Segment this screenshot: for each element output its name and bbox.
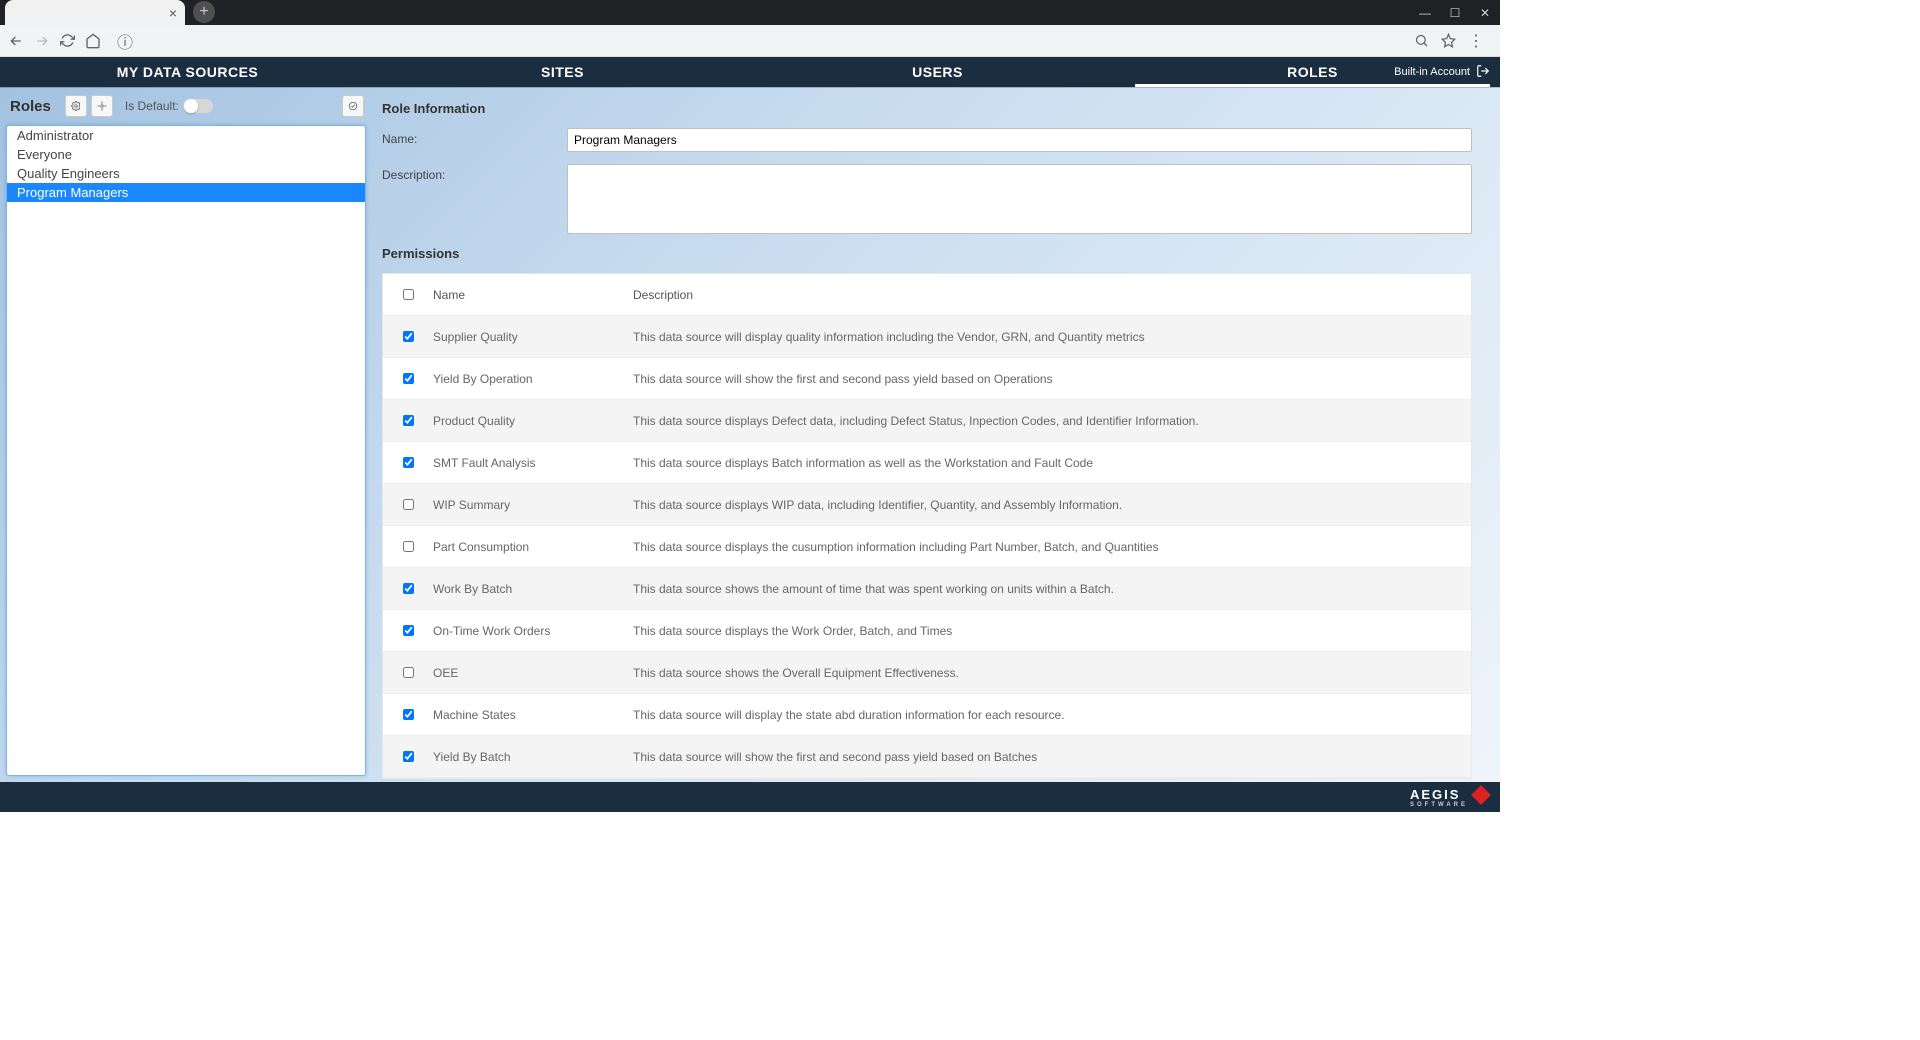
name-label: Name:: [382, 128, 567, 146]
permission-checkbox[interactable]: [403, 709, 414, 720]
permission-checkbox[interactable]: [403, 415, 414, 426]
header-name: Name: [433, 288, 633, 302]
permission-description: This data source displays the cusumption…: [633, 540, 1471, 554]
permission-row: SMT Fault AnalysisThis data source displ…: [383, 442, 1471, 484]
permission-description: This data source shows the amount of tim…: [633, 582, 1471, 596]
permission-description: This data source displays WIP data, incl…: [633, 498, 1471, 512]
permission-name: Work By Batch: [433, 582, 633, 596]
permission-name: Supplier Quality: [433, 330, 633, 344]
nav-item-my-data-sources[interactable]: MY DATA SOURCES: [0, 57, 375, 87]
description-label: Description:: [382, 164, 567, 182]
permission-row: OEEThis data source shows the Overall Eq…: [383, 652, 1471, 694]
permission-row: Yield By OperationThis data source will …: [383, 358, 1471, 400]
is-default-label: Is Default:: [125, 99, 179, 113]
permission-description: This data source shows the Overall Equip…: [633, 666, 1471, 680]
nav-item-sites[interactable]: SITES: [375, 57, 750, 87]
sidebar-action-3[interactable]: [342, 95, 364, 117]
window-maximize-button[interactable]: ☐: [1440, 0, 1470, 25]
address-bar-input[interactable]: [143, 29, 1404, 53]
header-description: Description: [633, 288, 1471, 302]
sidebar-action-1[interactable]: [65, 95, 87, 117]
is-default-toggle[interactable]: [183, 99, 213, 113]
permission-row: WIP SummaryThis data source displays WIP…: [383, 484, 1471, 526]
role-item[interactable]: Program Managers: [7, 183, 365, 202]
permission-row: On-Time Work OrdersThis data source disp…: [383, 610, 1471, 652]
account-label: Built-in Account: [1394, 66, 1470, 78]
permission-name: On-Time Work Orders: [433, 624, 633, 638]
permission-checkbox[interactable]: [403, 667, 414, 678]
forward-icon[interactable]: [34, 33, 50, 49]
sidebar-title: Roles: [10, 98, 51, 115]
permission-description: This data source will display the state …: [633, 708, 1471, 722]
permission-name: Part Consumption: [433, 540, 633, 554]
app-nav: MY DATA SOURCESSITESUSERSROLES: [0, 57, 1500, 87]
permission-checkbox[interactable]: [403, 625, 414, 636]
reload-icon[interactable]: [60, 33, 75, 48]
content-panel: Role Information Name: Description: Perm…: [372, 87, 1500, 782]
permission-description: This data source will show the first and…: [633, 750, 1471, 764]
role-list[interactable]: AdministratorEveryoneQuality EngineersPr…: [6, 125, 366, 776]
permission-row: Product QualityThis data source displays…: [383, 400, 1471, 442]
role-item[interactable]: Quality Engineers: [7, 164, 365, 183]
permission-description: This data source displays the Work Order…: [633, 624, 1471, 638]
main-area: Roles Is Default: AdministratorEveryoneQ…: [0, 87, 1500, 782]
new-tab-button[interactable]: +: [193, 1, 215, 23]
permission-description: This data source will display quality in…: [633, 330, 1471, 344]
permission-name: Yield By Batch: [433, 750, 633, 764]
permission-name: Product Quality: [433, 414, 633, 428]
name-input[interactable]: [567, 128, 1472, 152]
nav-item-users[interactable]: USERS: [750, 57, 1125, 87]
permission-checkbox[interactable]: [403, 541, 414, 552]
window-close-button[interactable]: ✕: [1470, 0, 1500, 25]
permission-name: SMT Fault Analysis: [433, 456, 633, 470]
permission-row: Supplier QualityThis data source will di…: [383, 316, 1471, 358]
permission-checkbox[interactable]: [403, 751, 414, 762]
zoom-icon[interactable]: [1414, 31, 1429, 51]
permission-checkbox[interactable]: [403, 583, 414, 594]
brand-logo: AEGIS SOFTWARE: [1410, 787, 1488, 808]
permissions-header-row: Name Description: [383, 274, 1471, 316]
permission-checkbox[interactable]: [403, 373, 414, 384]
permission-name: Machine States: [433, 708, 633, 722]
bookmark-icon[interactable]: [1441, 31, 1456, 51]
tab-close-icon[interactable]: ×: [169, 5, 177, 21]
menu-icon[interactable]: ⋮: [1468, 31, 1484, 51]
permission-description: This data source will show the first and…: [633, 372, 1471, 386]
permission-name: OEE: [433, 666, 633, 680]
window-minimize-button[interactable]: —: [1410, 0, 1440, 25]
back-icon[interactable]: [8, 33, 24, 49]
select-all-checkbox[interactable]: [403, 289, 414, 300]
browser-tab-strip: × + — ☐ ✕: [0, 0, 1500, 25]
permission-checkbox[interactable]: [403, 457, 414, 468]
role-item[interactable]: Administrator: [7, 126, 365, 145]
role-item[interactable]: Everyone: [7, 145, 365, 164]
footer: AEGIS SOFTWARE: [0, 782, 1500, 812]
home-icon[interactable]: [85, 33, 101, 49]
sidebar-action-2[interactable]: [91, 95, 113, 117]
permission-row: Part ConsumptionThis data source display…: [383, 526, 1471, 568]
permission-row: Machine StatesThis data source will disp…: [383, 694, 1471, 736]
permission-name: Yield By Operation: [433, 372, 633, 386]
permission-description: This data source displays Defect data, i…: [633, 414, 1471, 428]
section-permissions: Permissions: [382, 246, 1472, 261]
permission-checkbox[interactable]: [403, 499, 414, 510]
browser-toolbar: ⓘ ⋮: [0, 25, 1500, 57]
permission-checkbox[interactable]: [403, 331, 414, 342]
permissions-table: Name Description Supplier QualityThis da…: [382, 273, 1472, 779]
description-textarea[interactable]: [567, 164, 1472, 234]
permission-row: Work By BatchThis data source shows the …: [383, 568, 1471, 610]
section-role-info: Role Information: [382, 101, 1472, 116]
permission-row: Yield By BatchThis data source will show…: [383, 736, 1471, 778]
site-info-icon[interactable]: ⓘ: [117, 29, 133, 53]
browser-tab[interactable]: ×: [5, 0, 185, 25]
logout-icon[interactable]: [1476, 64, 1490, 81]
sidebar: Roles Is Default: AdministratorEveryoneQ…: [0, 87, 372, 782]
permission-description: This data source displays Batch informat…: [633, 456, 1471, 470]
permission-name: WIP Summary: [433, 498, 633, 512]
brand-diamond-icon: [1471, 785, 1491, 805]
